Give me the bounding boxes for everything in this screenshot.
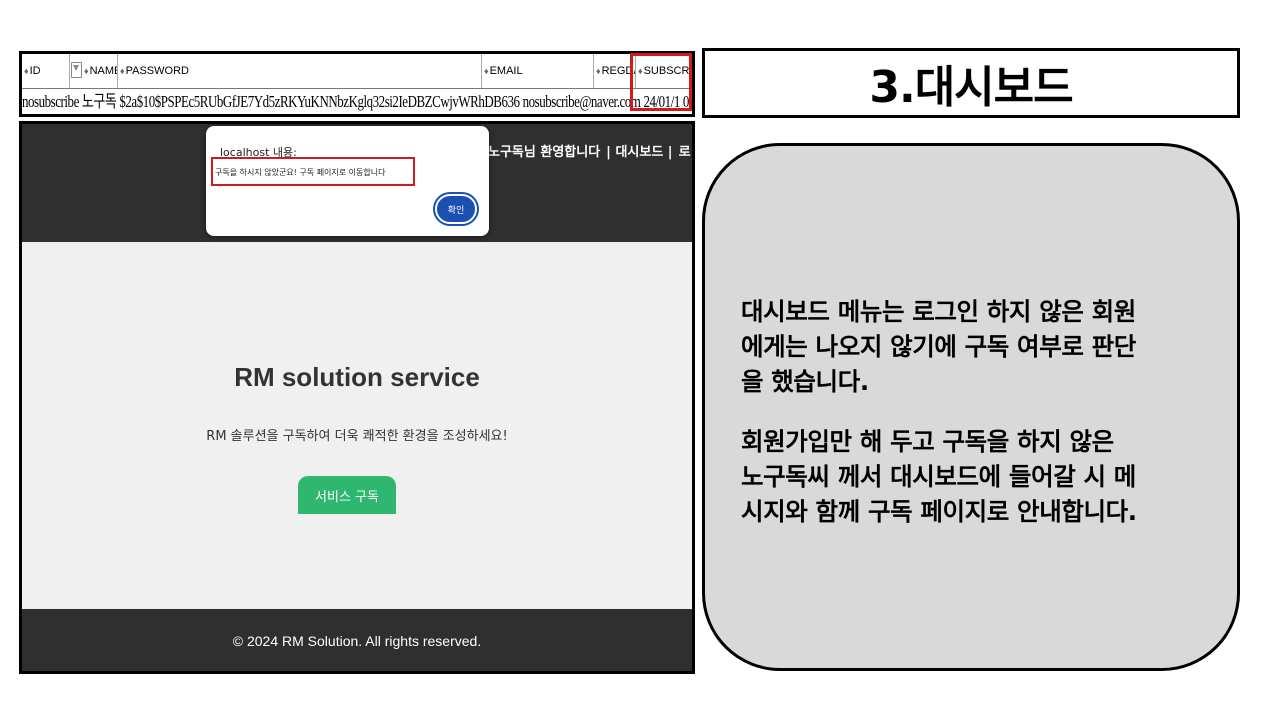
cell-email: nosubscribe@naver.com bbox=[522, 92, 641, 111]
slide-title: 3.대시보드 bbox=[869, 62, 1073, 113]
sort-icon: ♦ bbox=[24, 66, 29, 76]
subscribed-highlight-box bbox=[630, 53, 692, 111]
slide-title-box: 3.대시보드 bbox=[702, 48, 1240, 118]
sort-icon: ♦ bbox=[120, 66, 125, 76]
cell-password: $2a$10$PSPEc5RUbGfJE7Yd5zRKYuKNNbzKglq32… bbox=[119, 92, 520, 111]
filter-icon[interactable] bbox=[71, 62, 82, 78]
site-nav: 노구독님 환영합니다 | 대시보드 | 로 bbox=[488, 141, 692, 160]
db-result-table: ♦ID ♦NAME ♦PASSWORD ♦EMAIL ♦REGDATE ♦SUB… bbox=[19, 51, 695, 117]
browser-screenshot: 노구독님 환영합니다 | 대시보드 | 로 localhost 내용: 구독을 하시… bbox=[19, 121, 695, 674]
nav-dashboard-link[interactable]: | 대시보드 | bbox=[606, 145, 672, 160]
description-card: 대시보드 메뉴는 로그인 하지 않은 회원 에게는 나오지 않기에 구독 여부로… bbox=[702, 143, 1240, 671]
table-row[interactable]: nosubscribe 노구독 $2a$10$PSPEc5RUbGfJE7Yd5zR… bbox=[22, 89, 689, 114]
sort-icon: ♦ bbox=[84, 66, 89, 76]
hero-section: RM solution service RM 솔루션을 구독하여 더욱 쾌적한 … bbox=[22, 242, 692, 609]
column-header-id[interactable]: ♦ID bbox=[22, 54, 70, 88]
hero-subtitle: RM 솔루션을 구독하여 더욱 쾌적한 환경을 조성하세요! bbox=[206, 429, 508, 444]
cell-name: 노구독 bbox=[81, 92, 117, 111]
alert-ok-button[interactable]: 확인 bbox=[435, 194, 477, 224]
alert-message: 구독을 하시지 않았군요! 구독 페이지로 이동합니다 bbox=[215, 168, 386, 177]
sort-icon: ♦ bbox=[596, 66, 601, 76]
cell-id: nosubscribe bbox=[22, 92, 79, 111]
welcome-text: 노구독님 환영합니다 bbox=[488, 145, 601, 160]
column-header-password[interactable]: ♦PASSWORD bbox=[118, 54, 482, 88]
sort-icon: ♦ bbox=[484, 66, 489, 76]
subscribe-button[interactable]: 서비스 구독 bbox=[298, 476, 396, 514]
hero-title: RM solution service bbox=[234, 362, 480, 392]
nav-logout-link[interactable]: 로 bbox=[679, 145, 691, 160]
site-header: 노구독님 환영합니다 | 대시보드 | 로 localhost 내용: 구독을 하시… bbox=[22, 124, 692, 242]
site-footer: © 2024 RM Solution. All rights reserved. bbox=[22, 609, 692, 671]
alert-dialog: localhost 내용: 구독을 하시지 않았군요! 구독 페이지로 이동합니… bbox=[206, 126, 489, 236]
description-paragraph-1: 대시보드 메뉴는 로그인 하지 않은 회원 에게는 나오지 않기에 구독 여부로… bbox=[741, 297, 1136, 396]
description-paragraph-2: 회원가입만 해 두고 구독을 하지 않은 노구독씨 께서 대시보드에 들어갈 시… bbox=[741, 427, 1137, 526]
column-header-email[interactable]: ♦EMAIL bbox=[482, 54, 594, 88]
db-table-header: ♦ID ♦NAME ♦PASSWORD ♦EMAIL ♦REGDATE ♦SUB… bbox=[22, 54, 692, 89]
column-header-name[interactable]: ♦NAME bbox=[82, 54, 118, 88]
